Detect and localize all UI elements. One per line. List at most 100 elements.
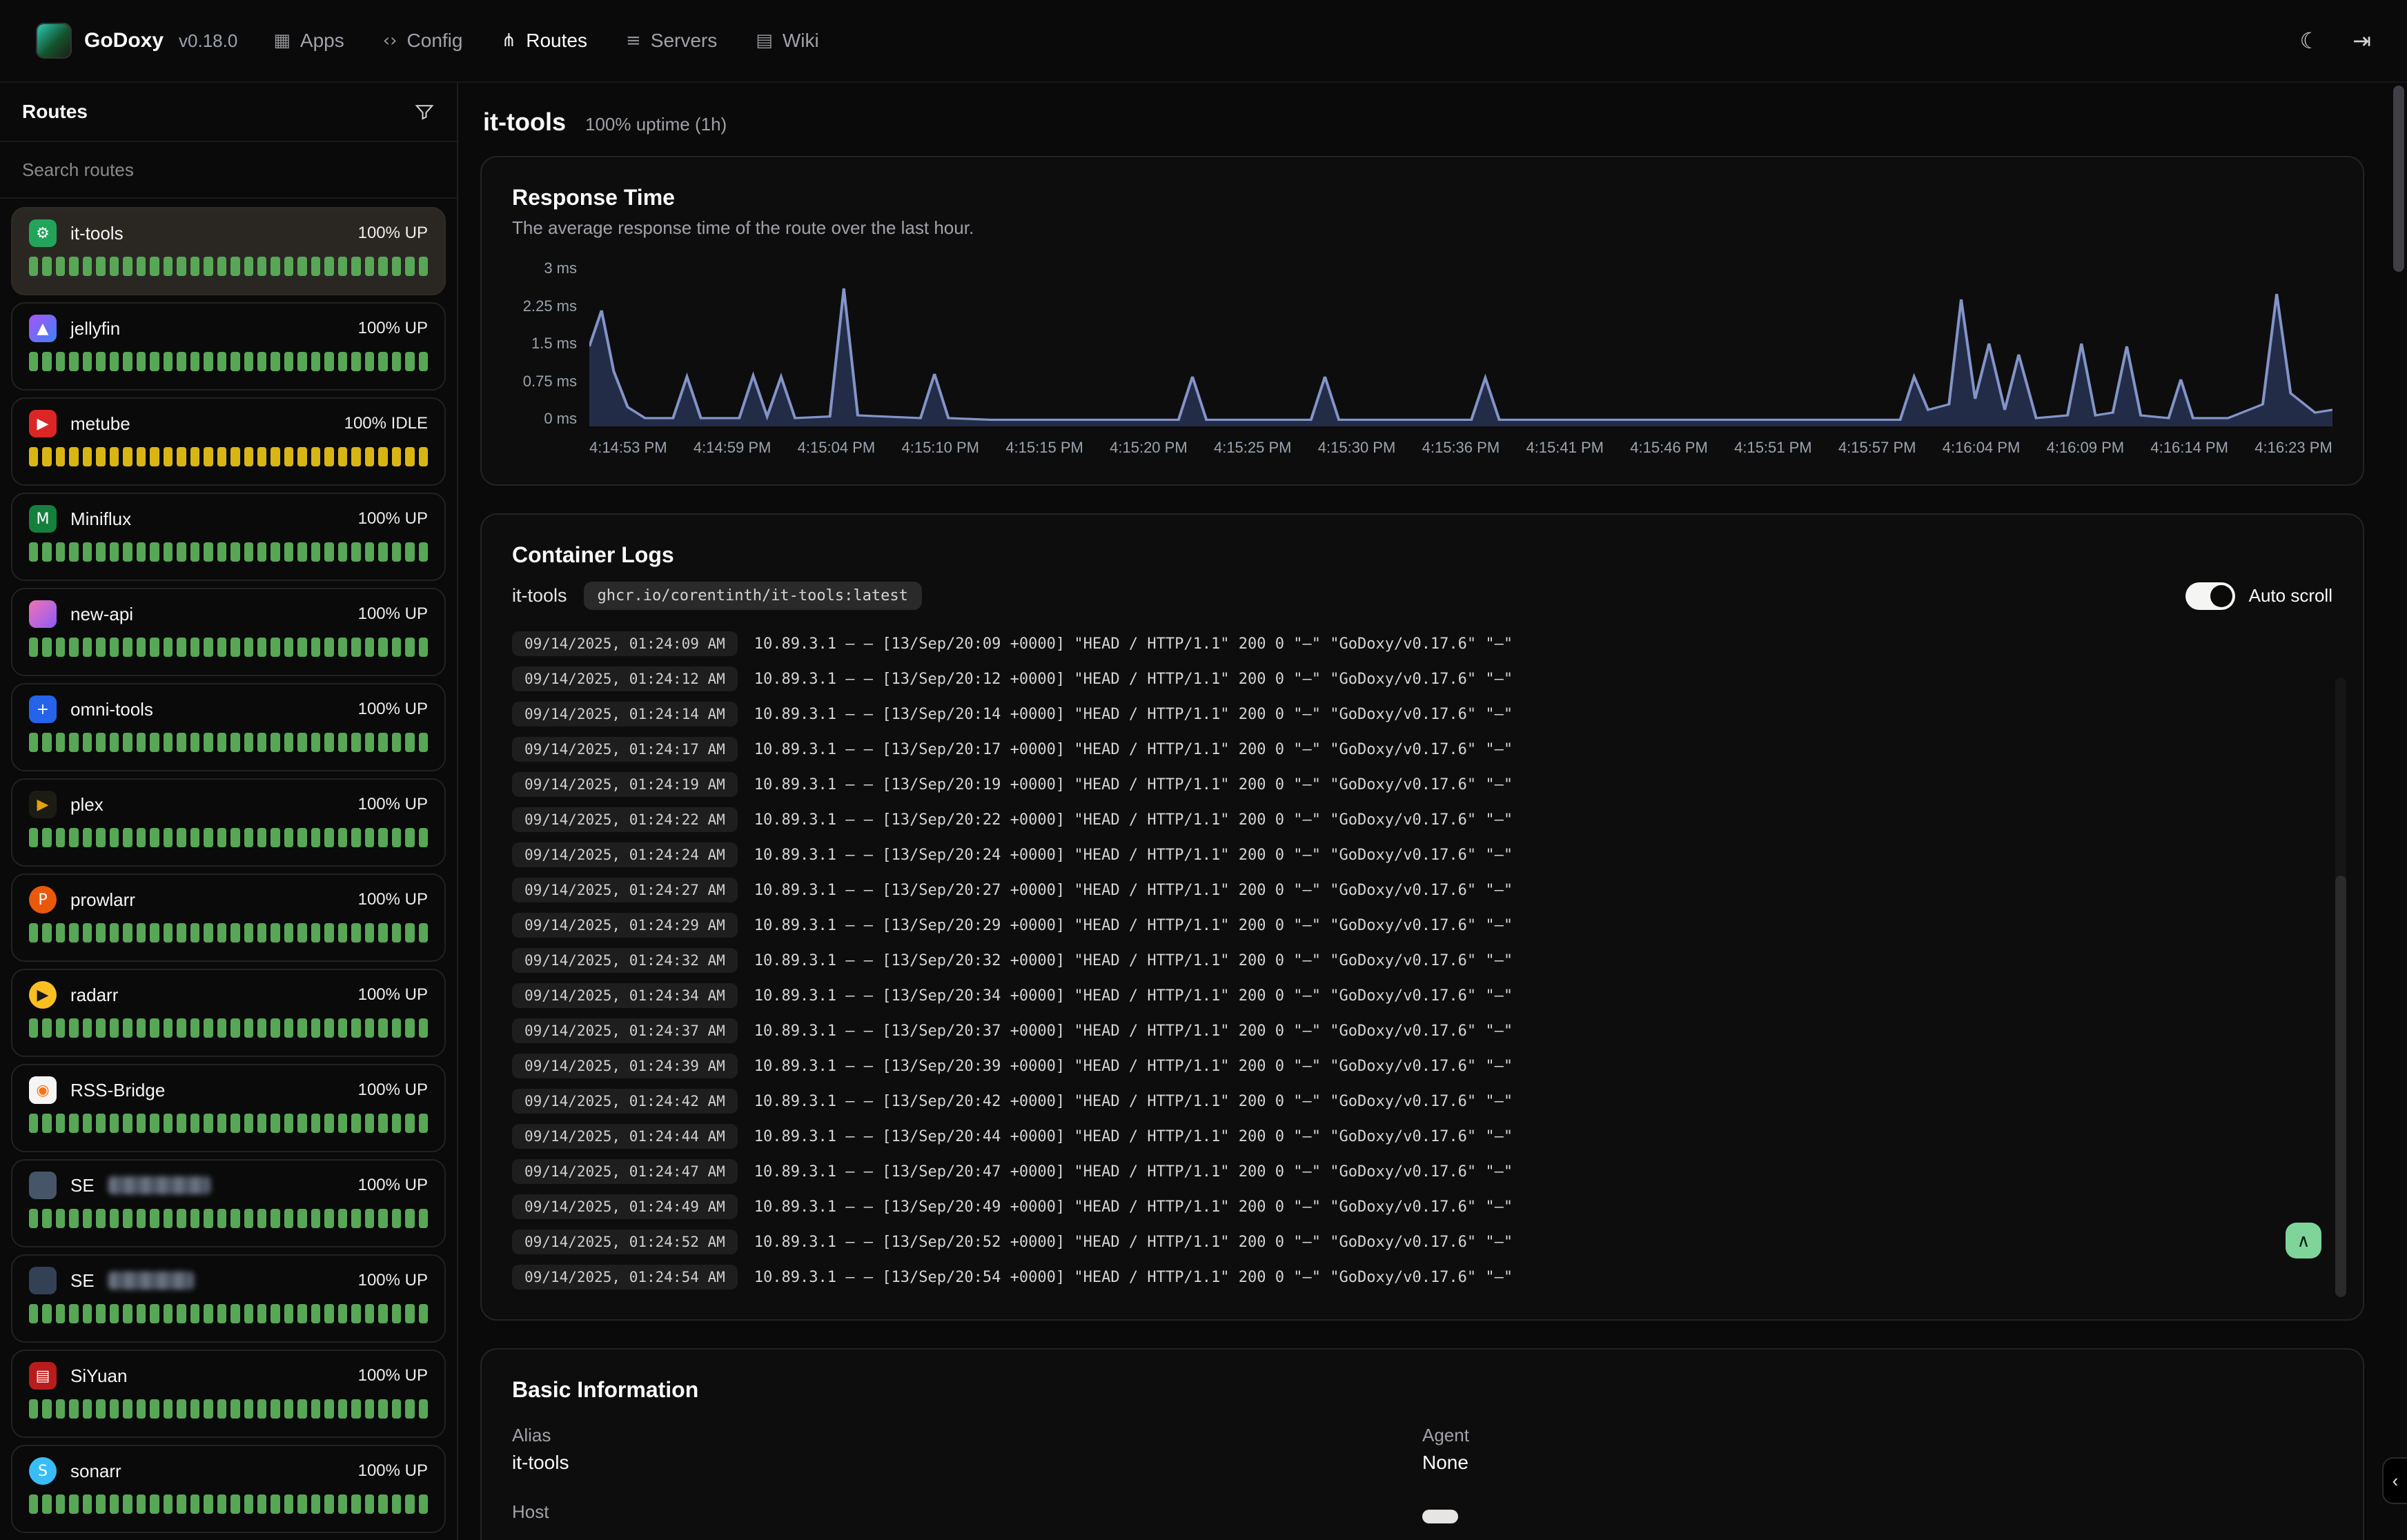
log-row: 09/14/2025, 01:24:24 AM 10.89.3.1 – – [1…: [512, 840, 2332, 869]
route-item-radarr-8[interactable]: ▶ radarr 100% UP: [11, 969, 446, 1057]
log-scrollbar[interactable]: [2335, 678, 2346, 1297]
log-timestamp: 09/14/2025, 01:24:22 AM: [512, 807, 738, 832]
nav-item-wiki[interactable]: ▤ Wiki: [756, 30, 818, 52]
uptime-bar: [365, 828, 374, 847]
uptime-bar: [297, 1114, 306, 1133]
log-timestamp: 09/14/2025, 01:24:27 AM: [512, 878, 738, 902]
logout-icon[interactable]: ⇥: [2352, 28, 2371, 54]
uptime-bar: [96, 447, 105, 466]
brand[interactable]: GoDoxy v0.18.0: [36, 23, 237, 59]
route-item-sonarr-13[interactable]: S sonarr 100% UP: [11, 1445, 446, 1533]
filter-icon[interactable]: [414, 101, 435, 122]
route-item-jellyfin-1[interactable]: ▲ jellyfin 100% UP: [11, 302, 446, 391]
uptime-bar: [164, 542, 173, 562]
uptime-bar: [244, 1399, 253, 1419]
uptime-bar: [311, 1114, 320, 1133]
nav-item-config[interactable]: ‹› Config: [383, 30, 463, 52]
uptime-bar: [123, 1209, 132, 1228]
route-item-siyuan-12[interactable]: ▤ SiYuan 100% UP: [11, 1350, 446, 1438]
uptime-bar: [365, 1018, 374, 1038]
route-app-icon: S: [29, 1457, 57, 1485]
log-message: 10.89.3.1 – – [13/Sep/20:29 +0000] "HEAD…: [754, 917, 1513, 934]
uptime-bar: [110, 1304, 119, 1323]
log-scrollbar-thumb[interactable]: [2335, 876, 2346, 1297]
uptime-bar: [150, 1304, 159, 1323]
route-item-se-11[interactable]: SE 100% UP: [11, 1254, 446, 1343]
autoscroll-toggle[interactable]: [2185, 582, 2235, 610]
uptime-bar: [56, 542, 65, 562]
routes-list[interactable]: ⚙ it-tools 100% UP ▲ jellyfin 100% UP ▶ …: [0, 199, 457, 1540]
uptime-bar: [190, 1494, 199, 1514]
uptime-bar: [230, 733, 239, 752]
log-list[interactable]: 09/14/2025, 01:24:09 AM 10.89.3.1 – – [1…: [512, 629, 2332, 1292]
uptime-bar: [137, 1399, 146, 1419]
uptime-bar: [150, 638, 159, 657]
uptime-bar: [217, 1114, 226, 1133]
page-scrollbar[interactable]: [2393, 86, 2404, 1534]
uptime-bar: [405, 352, 414, 371]
uptime-bar: [230, 1304, 239, 1323]
uptime-bar: [69, 1114, 78, 1133]
uptime-bar: [419, 1399, 428, 1419]
uptime-bar: [392, 1209, 401, 1228]
uptime-bar: [164, 1494, 173, 1514]
uptime-bar: [338, 257, 347, 276]
route-item-se-10[interactable]: SE 100% UP: [11, 1159, 446, 1247]
search-routes-input[interactable]: [22, 159, 435, 181]
uptime-bars: [29, 923, 428, 942]
uptime-bar: [271, 352, 279, 371]
nav-item-routes[interactable]: ⋔ Routes: [501, 30, 587, 52]
route-app-icon: ▲: [29, 315, 57, 342]
uptime-bar: [42, 923, 51, 942]
uptime-bar: [244, 1209, 253, 1228]
nav-item-apps[interactable]: ▦ Apps: [273, 30, 344, 52]
uptime-bar: [110, 828, 119, 847]
page-title: it-tools: [483, 108, 566, 137]
uptime-bar: [204, 447, 213, 466]
route-item-miniflux-3[interactable]: M Miniflux 100% UP: [11, 493, 446, 581]
uptime-bar: [392, 447, 401, 466]
route-item-it-tools-0[interactable]: ⚙ it-tools 100% UP: [11, 207, 446, 295]
page-scrollbar-thumb[interactable]: [2393, 86, 2404, 272]
uptime-bar: [204, 1209, 213, 1228]
uptime-bar: [164, 352, 173, 371]
route-item-plex-6[interactable]: ▶ plex 100% UP: [11, 778, 446, 867]
route-app-icon: [29, 600, 57, 628]
uptime-bar: [271, 1209, 279, 1228]
theme-toggle-moon-icon[interactable]: ☾: [2300, 28, 2320, 54]
uptime-bar: [137, 542, 146, 562]
uptime-bar: [177, 542, 186, 562]
uptime-bar: [110, 1399, 119, 1419]
route-item-metube-2[interactable]: ▶ metube 100% IDLE: [11, 397, 446, 486]
uptime-bar: [419, 1209, 428, 1228]
uptime-bar: [177, 1399, 186, 1419]
uptime-bar: [123, 828, 132, 847]
route-item-prowlarr-7[interactable]: P prowlarr 100% UP: [11, 873, 446, 962]
route-item-new-api-4[interactable]: new-api 100% UP: [11, 588, 446, 676]
uptime-bar: [83, 638, 92, 657]
uptime-bar: [324, 923, 333, 942]
toggle-knob: [2210, 585, 2232, 607]
uptime-bar: [351, 257, 360, 276]
uptime-bar: [244, 257, 253, 276]
route-app-icon: ▤: [29, 1362, 57, 1390]
uptime-bar: [405, 257, 414, 276]
route-app-icon: ◉: [29, 1076, 57, 1104]
collapse-panel-tab[interactable]: ‹: [2382, 1457, 2407, 1504]
uptime-bar: [271, 1114, 279, 1133]
route-item-rss-bridge-9[interactable]: ◉ RSS-Bridge 100% UP: [11, 1064, 446, 1152]
log-message: 10.89.3.1 – – [13/Sep/20:24 +0000] "HEAD…: [754, 847, 1513, 864]
log-timestamp: 09/14/2025, 01:24:19 AM: [512, 772, 738, 797]
uptime-bar: [164, 257, 173, 276]
route-item-omni-tools-5[interactable]: + omni-tools 100% UP: [11, 683, 446, 771]
uptime-bar: [378, 923, 387, 942]
nav-item-icon: ▤: [756, 30, 773, 51]
uptime-bar: [324, 352, 333, 371]
scroll-to-top-button[interactable]: ∧: [2286, 1223, 2321, 1258]
uptime-bar: [164, 1304, 173, 1323]
log-message: 10.89.3.1 – – [13/Sep/20:32 +0000] "HEAD…: [754, 952, 1513, 969]
uptime-bar: [378, 257, 387, 276]
uptime-bar: [56, 733, 65, 752]
uptime-bar: [110, 352, 119, 371]
nav-item-servers[interactable]: ≡ Servers: [626, 30, 717, 52]
